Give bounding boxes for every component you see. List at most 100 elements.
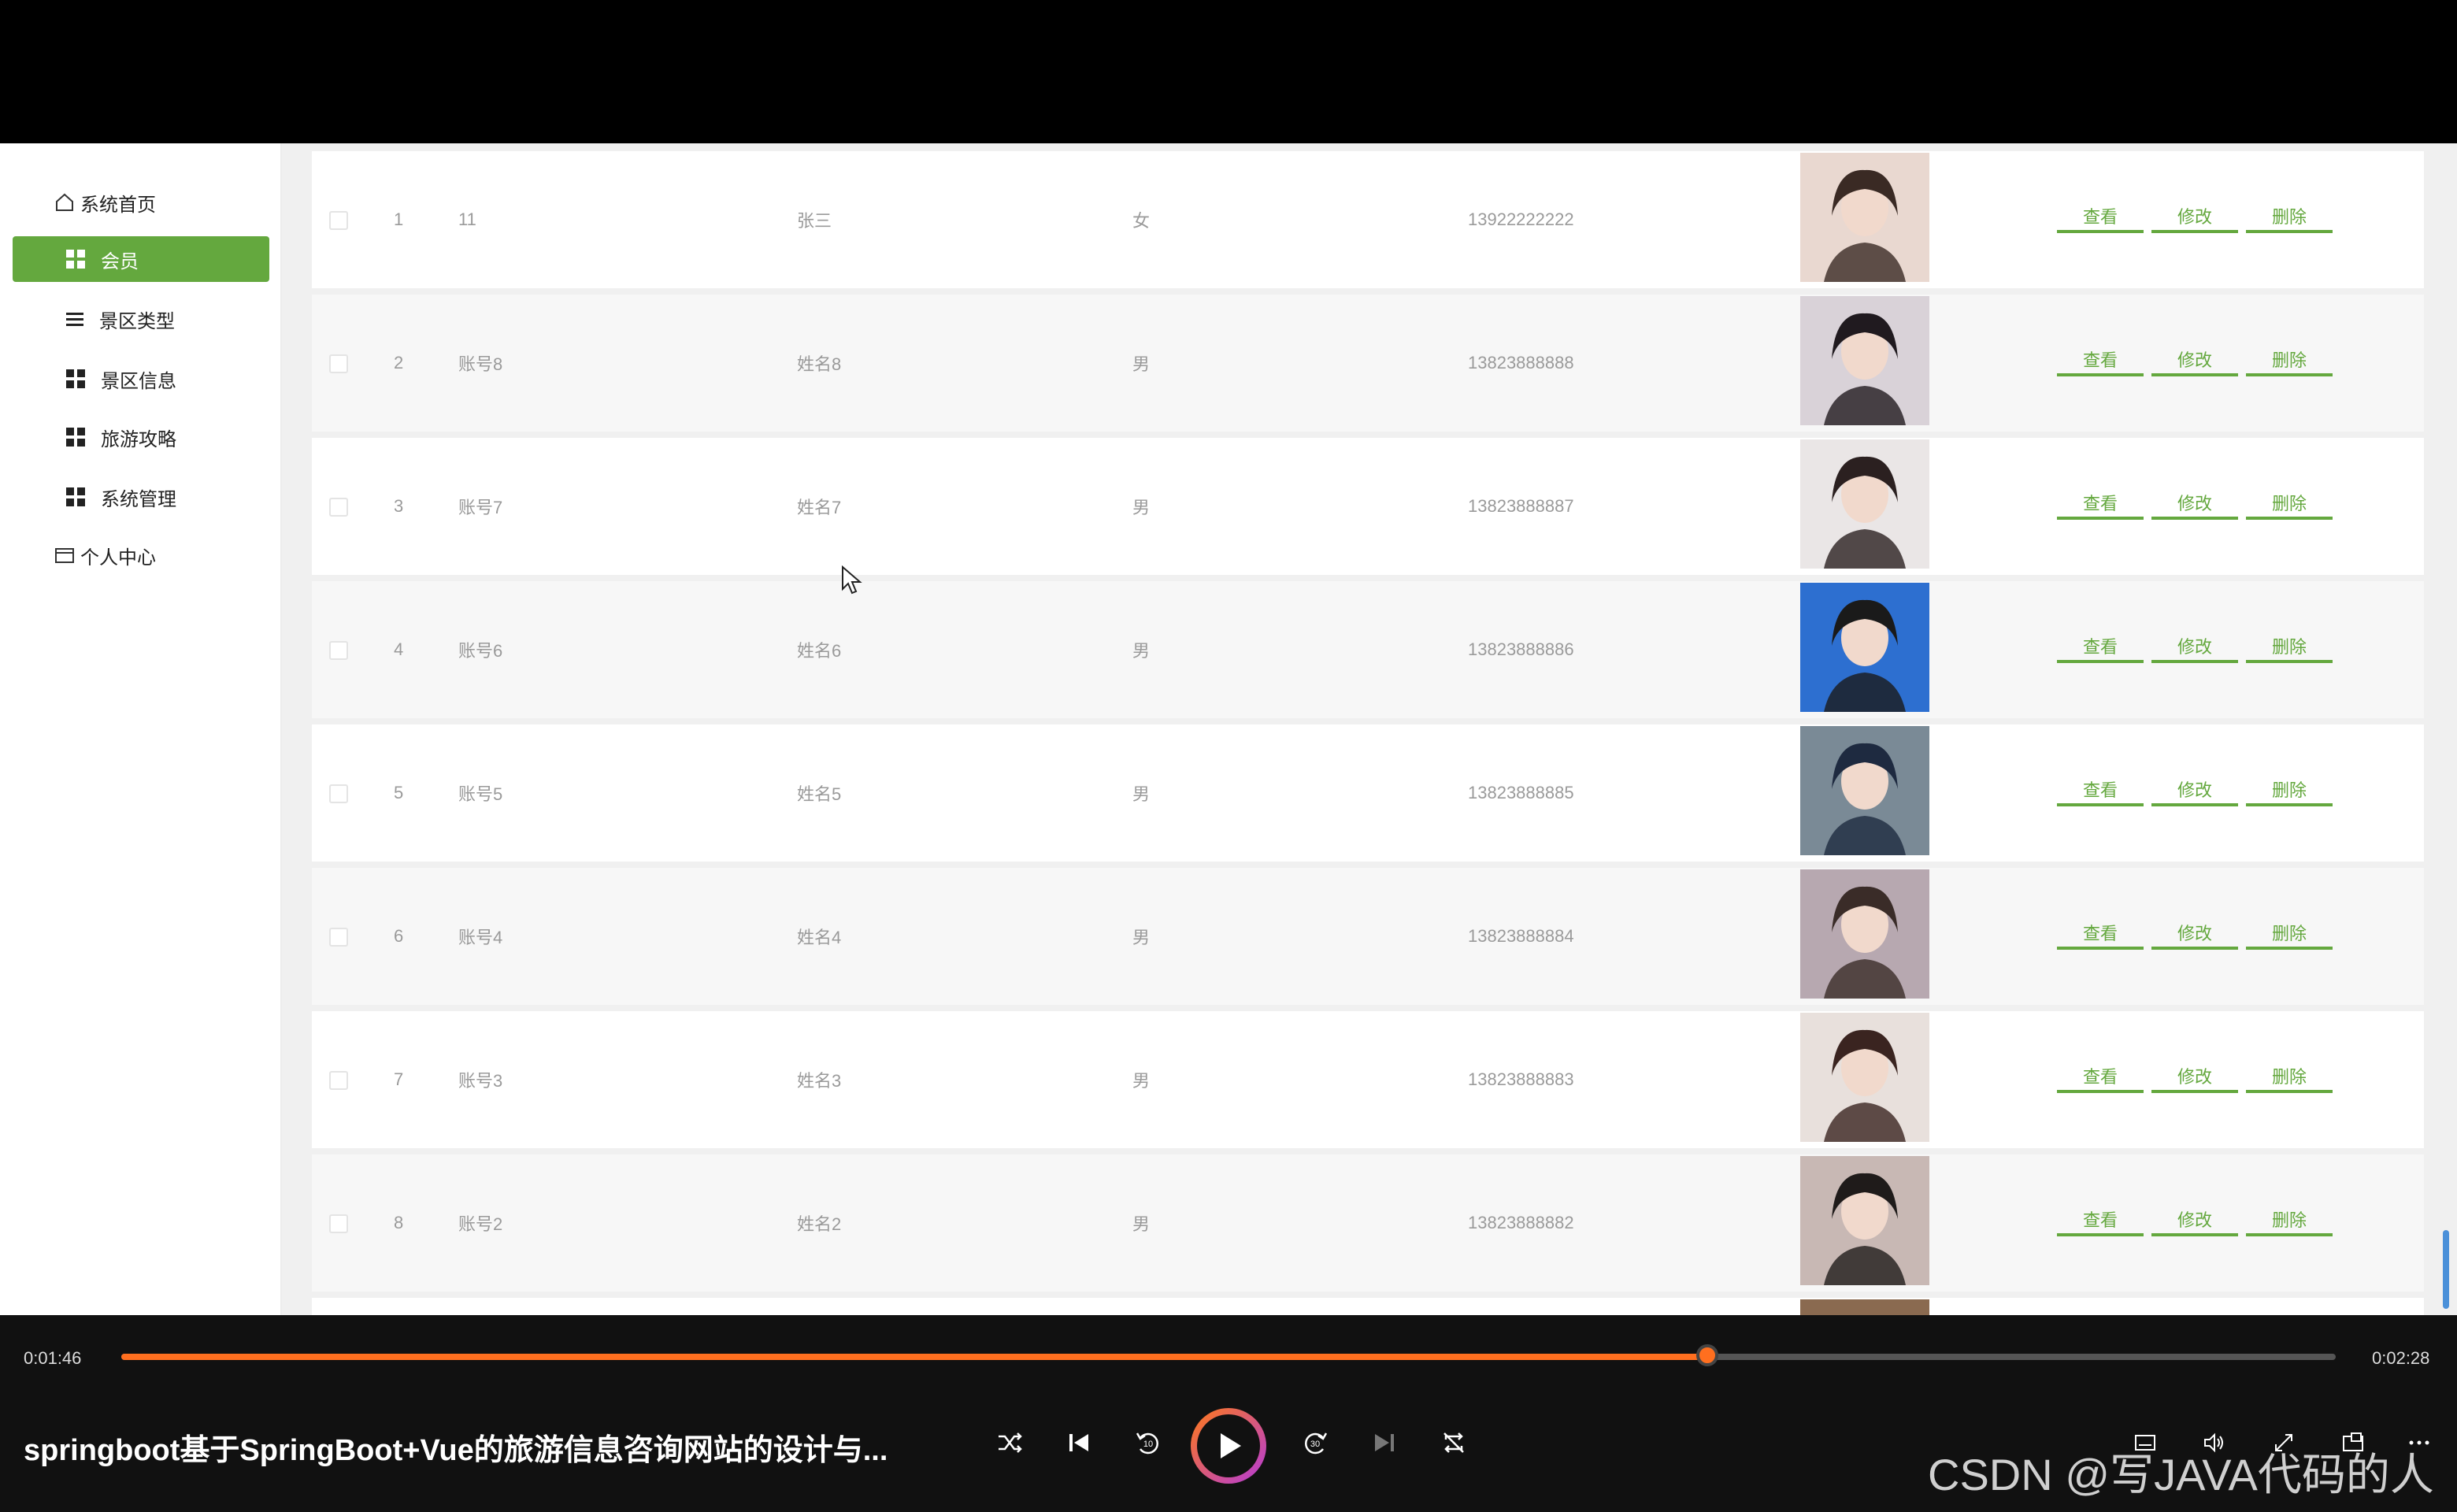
home-icon: [56, 193, 73, 211]
table-row: 1 11 张三女 13922222222 查看 修改 删除: [312, 151, 2424, 288]
delete-button[interactable]: 删除: [2246, 918, 2333, 950]
avatar: [1800, 1013, 1929, 1142]
row-account: 账号8: [458, 354, 503, 374]
sidebar-home-label: 系统首页: [80, 194, 156, 216]
row-gender: 男: [1132, 354, 1151, 374]
row-index: 1: [394, 209, 404, 229]
shuffle-icon: [999, 1432, 1022, 1453]
grid-icon: [66, 428, 85, 447]
row-checkbox[interactable]: [329, 1071, 348, 1090]
table-row: 5 账号5 姓名5 男 13823888885 查看 修改 删除: [312, 724, 2424, 862]
row-account: 账号6: [458, 641, 503, 661]
play-button-inner: [1197, 1414, 1260, 1477]
row-index: 7: [394, 1069, 404, 1089]
previous-button[interactable]: [1062, 1425, 1096, 1460]
edit-button[interactable]: 修改: [2151, 1205, 2238, 1236]
row-name: 姓名8: [797, 354, 842, 374]
view-button[interactable]: 查看: [2057, 1205, 2144, 1236]
row-phone: 13823888885: [1468, 783, 1574, 802]
grid-icon: [66, 369, 85, 388]
delete-button[interactable]: 删除: [2246, 632, 2333, 663]
sidebar-item-scenic-info[interactable]: 景区信息: [13, 356, 269, 402]
delete-button[interactable]: 删除: [2246, 1205, 2333, 1236]
delete-button[interactable]: 删除: [2246, 202, 2333, 233]
row-name: 姓名6: [797, 641, 842, 661]
grid-icon: [66, 487, 85, 506]
sidebar-item-label: 系统管理: [101, 488, 176, 510]
skip-back-button[interactable]: 10: [1131, 1425, 1166, 1460]
delete-button[interactable]: 删除: [2246, 345, 2333, 376]
row-checkbox[interactable]: [329, 211, 348, 230]
sidebar-item-label: 景区类型: [99, 310, 175, 332]
row-index: 2: [394, 353, 404, 372]
edit-button[interactable]: 修改: [2151, 1062, 2238, 1093]
view-button[interactable]: 查看: [2057, 202, 2144, 233]
avatar: [1800, 1156, 1929, 1285]
row-checkbox[interactable]: [329, 498, 348, 517]
next-button[interactable]: [1367, 1425, 1402, 1460]
sidebar-item-travel-guides[interactable]: 旅游攻略: [13, 414, 269, 460]
row-index: 5: [394, 783, 404, 802]
row-phone: 13823888884: [1468, 926, 1574, 946]
view-button[interactable]: 查看: [2057, 632, 2144, 663]
repeat-off-button[interactable]: [1436, 1425, 1471, 1460]
avatar: [1800, 869, 1929, 999]
row-index: 3: [394, 496, 404, 516]
view-button[interactable]: 查看: [2057, 345, 2144, 376]
table-row: [312, 1298, 2424, 1315]
play-button[interactable]: [1191, 1408, 1266, 1484]
progress-knob[interactable]: [1695, 1344, 1718, 1366]
row-account: 11: [458, 209, 476, 229]
csdn-watermark: CSDN @写JAVA代码的人: [1928, 1450, 2434, 1499]
row-gender: 男: [1132, 1214, 1151, 1234]
row-phone: 13823888888: [1468, 353, 1574, 372]
delete-button[interactable]: 删除: [2246, 775, 2333, 806]
current-time: 0:01:46: [24, 1348, 82, 1368]
row-name: 姓名3: [797, 1071, 842, 1091]
sidebar-item-members[interactable]: 会员: [13, 236, 269, 282]
edit-button[interactable]: 修改: [2151, 632, 2238, 663]
row-checkbox[interactable]: [329, 354, 348, 373]
row-gender: 男: [1132, 1071, 1151, 1091]
total-time: 0:02:28: [2372, 1348, 2430, 1368]
row-account: 账号2: [458, 1214, 503, 1234]
edit-button[interactable]: 修改: [2151, 918, 2238, 950]
app-screen: 系统首页 会员 景区类型 景区信息 旅游攻略 系统管理 个人中心 1 11 张三女 1…: [0, 143, 2457, 1315]
progress-bar[interactable]: [121, 1344, 2336, 1366]
edit-button[interactable]: 修改: [2151, 488, 2238, 520]
view-button[interactable]: 查看: [2057, 488, 2144, 520]
row-checkbox[interactable]: [329, 784, 348, 803]
delete-button[interactable]: 删除: [2246, 488, 2333, 520]
edit-button[interactable]: 修改: [2151, 202, 2238, 233]
video-player: 0:01:46 0:02:28 springboot基于SpringBoot+V…: [0, 1315, 2457, 1512]
sidebar-item-scenic-types[interactable]: 景区类型: [13, 296, 269, 342]
video-title: springboot基于SpringBoot+Vue的旅游信息咨询网站的设计与.…: [24, 1434, 888, 1467]
table-row: 8 账号2 姓名2 男 13823888882 查看 修改 删除: [312, 1154, 2424, 1292]
row-phone: 13823888886: [1468, 639, 1574, 659]
row-checkbox[interactable]: [329, 928, 348, 947]
avatar: [1800, 439, 1929, 569]
row-gender: 男: [1132, 784, 1151, 804]
view-button[interactable]: 查看: [2057, 775, 2144, 806]
sidebar: 系统首页 会员 景区类型 景区信息 旅游攻略 系统管理 个人中心: [0, 143, 282, 1315]
view-button[interactable]: 查看: [2057, 1062, 2144, 1093]
row-account: 账号4: [458, 928, 503, 947]
row-phone: 13823888883: [1468, 1069, 1574, 1089]
mouse-cursor-icon: [842, 565, 862, 595]
skip-forward-button[interactable]: 30: [1298, 1425, 1332, 1460]
edit-button[interactable]: 修改: [2151, 345, 2238, 376]
edit-button[interactable]: 修改: [2151, 775, 2238, 806]
shuffle-button[interactable]: [992, 1425, 1027, 1460]
scrollbar-thumb[interactable]: [2443, 1230, 2449, 1309]
card-icon: [55, 548, 74, 563]
table-row: 4 账号6 姓名6 男 13823888886 查看 修改 删除: [312, 581, 2424, 718]
delete-button[interactable]: 删除: [2246, 1062, 2333, 1093]
sidebar-profile[interactable]: 个人中心: [13, 532, 269, 578]
row-checkbox[interactable]: [329, 1214, 348, 1233]
row-checkbox[interactable]: [329, 641, 348, 660]
sidebar-home[interactable]: 系统首页: [13, 180, 269, 225]
sidebar-item-system-admin[interactable]: 系统管理: [13, 474, 269, 520]
table-row: 7 账号3 姓名3 男 13823888883 查看 修改 删除: [312, 1011, 2424, 1148]
view-button[interactable]: 查看: [2057, 918, 2144, 950]
skip-forward-label: 30: [1310, 1440, 1320, 1449]
